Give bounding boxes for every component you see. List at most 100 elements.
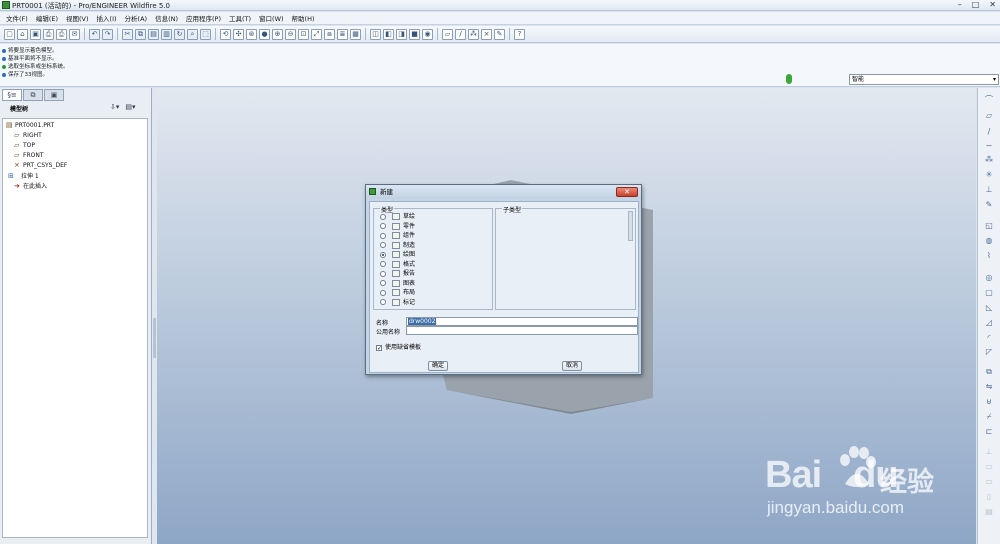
solidify-tool-icon[interactable]: ▭	[983, 461, 995, 473]
type-option-format[interactable]: 格式	[380, 260, 415, 269]
tree-item-top[interactable]: ▱ TOP	[14, 141, 35, 149]
radio-button[interactable]	[380, 299, 386, 305]
offset-tool-icon[interactable]: ⊏	[983, 426, 995, 438]
print-preview-icon[interactable]: ⎙	[56, 28, 67, 40]
type-option-part[interactable]: 零件	[380, 222, 415, 231]
ok-button[interactable]: 确定	[428, 361, 448, 371]
chevron-down-icon[interactable]: ▾	[993, 75, 996, 84]
minimize-button[interactable]: –	[958, 0, 962, 10]
layers-icon[interactable]: ≣	[337, 28, 348, 40]
analysis-tool-icon[interactable]: ⊥	[983, 184, 995, 196]
enhanced-realism-icon[interactable]: ◉	[422, 28, 433, 40]
saved-views-icon[interactable]: ⧈	[324, 28, 335, 40]
menu-edit[interactable]: 编辑(E)	[32, 13, 62, 23]
type-option-diagram[interactable]: 图表	[380, 279, 415, 288]
use-default-template-checkbox[interactable]: ✓ 使用缺省模板	[376, 342, 421, 351]
revolve-tool-icon[interactable]: ◍	[983, 235, 995, 247]
copy-icon[interactable]: ⧉	[135, 28, 146, 40]
refit-icon[interactable]: ⊡	[298, 28, 309, 40]
print-icon[interactable]: ⎙	[43, 28, 54, 40]
group-tool-icon[interactable]: ▯	[983, 491, 995, 503]
select-box-icon[interactable]: ⬚	[200, 28, 211, 40]
subtype-scrollbar[interactable]	[628, 211, 633, 241]
radio-button[interactable]	[380, 242, 386, 248]
datum-plane-tool-icon[interactable]: ▱	[983, 110, 995, 122]
zoom-out-icon[interactable]: ⊖	[285, 28, 296, 40]
menu-window[interactable]: 窗口(W)	[255, 13, 288, 23]
datum-points-icon[interactable]: ⁂	[468, 28, 479, 40]
type-option-sketch[interactable]: 草绘	[380, 212, 415, 221]
checkbox-checked-icon[interactable]: ✓	[376, 344, 382, 351]
menu-tools[interactable]: 工具(T)	[225, 13, 255, 23]
view-manager-icon[interactable]: ▦	[350, 28, 361, 40]
tab-model-tree[interactable]: §≡	[2, 89, 22, 101]
csys-tool-icon[interactable]: ✳	[983, 169, 995, 181]
menu-info[interactable]: 信息(N)	[151, 13, 182, 23]
menu-insert[interactable]: 插入(I)	[93, 13, 121, 23]
find-icon[interactable]: ⌕	[187, 28, 198, 40]
no-hidden-icon[interactable]: ◨	[396, 28, 407, 40]
merge-tool-icon[interactable]: ⊎	[983, 396, 995, 408]
shell-tool-icon[interactable]: ▢	[983, 287, 995, 299]
menu-file[interactable]: 文件(F)	[2, 13, 32, 23]
show-columns-icon[interactable]: ▤▾	[125, 103, 135, 111]
sketch-pencil-icon[interactable]: ✎	[983, 199, 995, 211]
type-option-report[interactable]: 报告	[380, 269, 415, 278]
radio-button[interactable]	[380, 280, 386, 286]
paste-icon[interactable]: ▤	[148, 28, 159, 40]
rib-tool-icon[interactable]: ◺	[983, 302, 995, 314]
menu-applications[interactable]: 应用程序(P)	[182, 13, 225, 23]
type-option-manufacturing[interactable]: 制造	[380, 241, 415, 250]
undo-icon[interactable]: ↶	[89, 28, 100, 40]
tree-settings-icon[interactable]: ⇩▾	[110, 103, 119, 111]
close-button[interactable]: ✕	[989, 0, 996, 10]
regenerate-icon[interactable]: ↻	[174, 28, 185, 40]
datum-axes-icon[interactable]: /	[455, 28, 466, 40]
thicken-tool-icon[interactable]: ⊥	[983, 446, 995, 458]
chamfer-tool-icon[interactable]: ◸	[983, 346, 995, 358]
datum-point-tool-icon[interactable]: ⁂	[983, 154, 995, 166]
radio-button[interactable]	[380, 232, 386, 239]
type-option-layout[interactable]: 布局	[380, 288, 415, 297]
datum-planes-icon[interactable]: ▱	[442, 28, 453, 40]
udf-tool-icon[interactable]: ▤	[983, 506, 995, 518]
radio-button[interactable]	[380, 223, 386, 229]
hole-tool-icon[interactable]: ◎	[983, 272, 995, 284]
name-input[interactable]: drw0002	[406, 317, 638, 326]
sketch-tool-icon[interactable]: ⌒	[983, 94, 995, 106]
type-option-assembly[interactable]: 组件	[380, 231, 415, 240]
cancel-button[interactable]: 取消	[562, 361, 582, 371]
paste-special-icon[interactable]: ▥	[161, 28, 172, 40]
context-help-icon[interactable]: ?	[514, 28, 525, 40]
wireframe-icon[interactable]: ◫	[370, 28, 381, 40]
radio-button[interactable]	[380, 270, 386, 277]
radio-button[interactable]	[380, 261, 386, 267]
cut-icon[interactable]: ✂	[122, 28, 133, 40]
datum-axis-tool-icon[interactable]: /	[983, 126, 995, 138]
open-folder-icon[interactable]: ⌂	[17, 28, 28, 40]
tree-item-insert-here[interactable]: ➔ 在此插入	[14, 181, 47, 190]
email-icon[interactable]: ✉	[69, 28, 80, 40]
tab-folder-browser[interactable]: ⧉	[23, 89, 43, 101]
extrude-tool-icon[interactable]: ◱	[983, 220, 995, 232]
save-icon[interactable]: ▣	[30, 28, 41, 40]
tree-item-front[interactable]: ▱ FRONT	[14, 151, 44, 159]
tree-item-extrude[interactable]: ⊞ 拉伸 1	[8, 171, 39, 180]
trim-tool-icon[interactable]: ⌿	[983, 411, 995, 423]
repaint-icon[interactable]: ⟲	[220, 28, 231, 40]
datum-curve-tool-icon[interactable]: ∼	[983, 140, 995, 152]
radio-button-selected[interactable]	[380, 251, 386, 258]
shading-icon[interactable]: ■	[409, 28, 420, 40]
tree-item-part[interactable]: ▤ PRT0001.PRT	[6, 121, 54, 129]
type-option-drawing[interactable]: 绘图	[380, 250, 415, 259]
tree-item-csys[interactable]: ⨯ PRT_CSYS_DEF	[14, 161, 67, 169]
annotations-icon[interactable]: ✎	[494, 28, 505, 40]
selection-filter-select[interactable]: 智能 ▾	[849, 74, 999, 85]
round-tool-icon[interactable]: ◜	[983, 332, 995, 344]
tab-favorites[interactable]: ▣	[44, 89, 64, 101]
mirror-tool-icon[interactable]: ⇋	[983, 381, 995, 393]
spin-center-icon[interactable]: ✣	[233, 28, 244, 40]
splitter-grip[interactable]	[153, 318, 156, 358]
dialog-close-button[interactable]: ✕	[616, 187, 638, 197]
menu-help[interactable]: 帮助(H)	[288, 13, 319, 23]
